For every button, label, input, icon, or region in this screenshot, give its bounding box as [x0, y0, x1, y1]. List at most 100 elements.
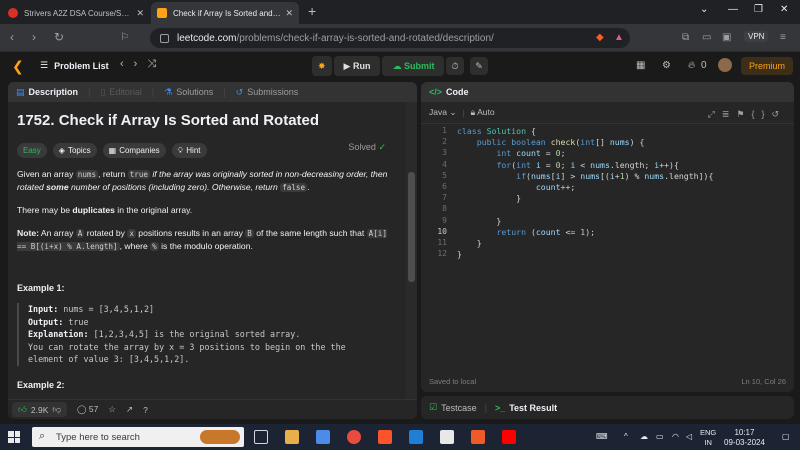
- timer-icon[interactable]: ⏱: [446, 57, 464, 75]
- close-window-button[interactable]: ✕: [780, 4, 788, 15]
- forward-button[interactable]: ›: [32, 30, 36, 44]
- code-line[interactable]: }: [457, 216, 501, 226]
- language-indicator[interactable]: ENG IN: [700, 428, 716, 448]
- comment-button[interactable]: ◯ 57: [77, 404, 98, 415]
- run-button[interactable]: ▶ Run: [333, 56, 381, 76]
- leetcode-favicon-icon: [157, 8, 167, 18]
- auto-mode-button[interactable]: 🔒︎ Auto: [471, 107, 495, 118]
- notes-icon[interactable]: ✎: [470, 57, 488, 75]
- code-area[interactable]: 1 class Solution {2 public boolean check(…: [421, 126, 794, 366]
- system-clock[interactable]: 10:17 09-03-2024: [724, 428, 765, 448]
- maximize-button[interactable]: ❐: [754, 4, 763, 15]
- tab-test-result[interactable]: >_ Test Result: [495, 403, 557, 413]
- problem-list-button[interactable]: ☰ Problem List: [40, 60, 109, 71]
- star-icon[interactable]: ☆: [108, 404, 116, 415]
- app-icon[interactable]: [471, 430, 485, 444]
- windows-start-icon[interactable]: [8, 431, 20, 443]
- minimize-button[interactable]: —: [728, 4, 738, 15]
- thumbs-down-icon[interactable]: 👎︎: [52, 404, 61, 415]
- tab-editorial[interactable]: ▯ Editorial: [100, 87, 141, 98]
- format-icon[interactable]: ≣: [722, 109, 737, 119]
- url-input[interactable]: leetcode.com/problems/check-if-array-is-…: [150, 28, 630, 48]
- leetcode-logo-icon[interactable]: ❮: [12, 58, 26, 74]
- hint-tag[interactable]: 💡︎ Hint: [171, 143, 207, 158]
- menu-icon[interactable]: ≡: [780, 32, 786, 43]
- description-scrollbar[interactable]: [406, 102, 417, 399]
- close-tab-icon[interactable]: ✕: [136, 8, 144, 19]
- share-icon[interactable]: ↗: [126, 404, 133, 415]
- extensions-icon[interactable]: ⧉: [682, 32, 689, 43]
- wifi-icon[interactable]: ◠: [672, 432, 679, 441]
- notifications-icon[interactable]: ▢: [782, 432, 790, 441]
- volume-icon[interactable]: ◁: [686, 432, 692, 441]
- code-line[interactable]: return (count <= 1);: [457, 227, 595, 237]
- browser-tab-leetcode[interactable]: Check if Array Is Sorted and Rot ✕: [151, 2, 299, 24]
- code-line[interactable]: }: [457, 238, 482, 248]
- notepad-icon[interactable]: [440, 430, 454, 444]
- code-line[interactable]: count++;: [457, 182, 575, 192]
- companies-tag[interactable]: ▦ Companies: [102, 143, 166, 158]
- code-line[interactable]: public boolean check(int[] nums) {: [457, 137, 645, 147]
- microsoft-store-icon[interactable]: [316, 430, 330, 444]
- code-line[interactable]: if(nums[i] > nums[(i+1) % nums.length]){: [457, 171, 713, 181]
- brave-rewards-icon[interactable]: ▲: [614, 32, 624, 43]
- brave-shield-icon[interactable]: ◆: [596, 32, 604, 43]
- new-tab-button[interactable]: +: [308, 3, 316, 19]
- streak-count: 0: [701, 60, 707, 71]
- shuffle-icon[interactable]: ⤨: [147, 58, 166, 70]
- brackets-icon[interactable]: {}: [751, 109, 771, 119]
- tab-solutions[interactable]: ⚗ Solutions: [164, 87, 213, 98]
- line-number: 3: [442, 148, 447, 158]
- back-button[interactable]: ‹: [10, 30, 14, 44]
- tab-submissions[interactable]: ↺ Submissions: [236, 87, 299, 98]
- task-view-icon[interactable]: [254, 430, 268, 444]
- scrollbar-thumb[interactable]: [408, 172, 415, 282]
- bookmark-code-icon[interactable]: ⚑: [736, 109, 751, 119]
- book-icon: ▯: [100, 86, 106, 97]
- premium-button[interactable]: Premium: [741, 57, 793, 75]
- bookmark-icon[interactable]: ⚐: [120, 32, 129, 43]
- testcase-tabs: ☑ Testcase | >_ Test Result: [429, 402, 558, 413]
- code-line[interactable]: int count = 0;: [457, 148, 565, 158]
- search-highlight-icon[interactable]: [200, 430, 240, 444]
- avatar[interactable]: [718, 58, 732, 72]
- mail-icon[interactable]: [409, 430, 423, 444]
- code-line[interactable]: class Solution {: [457, 126, 536, 136]
- reset-icon[interactable]: ↺: [771, 109, 786, 119]
- sidebar-icon[interactable]: ▭: [702, 32, 711, 43]
- code-line[interactable]: for(int i = 0; i < nums.length; i++){: [457, 160, 678, 170]
- brave-icon[interactable]: [378, 430, 392, 444]
- like-button[interactable]: 👍︎ 2.9K 👎︎: [12, 402, 68, 417]
- wallet-icon[interactable]: ▣: [722, 32, 731, 43]
- expand-icon[interactable]: ⤢: [708, 109, 722, 119]
- streak-fire-icon[interactable]: 🔥︎: [688, 60, 695, 71]
- browser-tab-strivers[interactable]: Strivers A2Z DSA Course/Sheet - Cra ✕: [2, 2, 150, 24]
- reload-icon[interactable]: ↻: [54, 30, 64, 44]
- debug-button[interactable]: ✸: [312, 56, 332, 76]
- prev-problem-icon[interactable]: ‹: [120, 58, 134, 70]
- vpn-button[interactable]: VPN: [744, 31, 769, 42]
- close-tab-icon[interactable]: ✕: [285, 8, 293, 19]
- tab-description[interactable]: ▤ Description: [16, 87, 78, 98]
- chrome-icon[interactable]: [347, 430, 361, 444]
- tab-testcase[interactable]: ☑ Testcase: [429, 402, 477, 413]
- code-line[interactable]: }: [457, 193, 521, 203]
- submit-button[interactable]: ☁ Submit: [382, 56, 445, 76]
- weather-icon[interactable]: ☁: [640, 432, 648, 441]
- next-problem-icon[interactable]: ›: [134, 58, 148, 70]
- code-line[interactable]: }: [457, 249, 462, 259]
- site-info-icon[interactable]: [160, 33, 169, 43]
- youtube-icon[interactable]: [502, 430, 516, 444]
- settings-gear-icon[interactable]: ⚙: [662, 60, 671, 71]
- keyboard-icon[interactable]: ⌨: [596, 432, 608, 441]
- language-select[interactable]: Java ⌄: [429, 107, 456, 118]
- layout-grid-icon[interactable]: ▦: [636, 60, 645, 71]
- help-icon[interactable]: ?: [143, 405, 148, 415]
- topics-tag[interactable]: ◈ Topics: [52, 143, 97, 158]
- battery-icon[interactable]: ▭: [656, 432, 664, 441]
- tab-code[interactable]: </> Code: [429, 87, 469, 97]
- tray-chevron-icon[interactable]: ^: [624, 432, 628, 441]
- example-1-box: Input: nums = [3,4,5,1,2] Output: true E…: [17, 303, 397, 366]
- file-explorer-icon[interactable]: [285, 430, 299, 444]
- tab-search-icon[interactable]: ⌄: [700, 4, 708, 15]
